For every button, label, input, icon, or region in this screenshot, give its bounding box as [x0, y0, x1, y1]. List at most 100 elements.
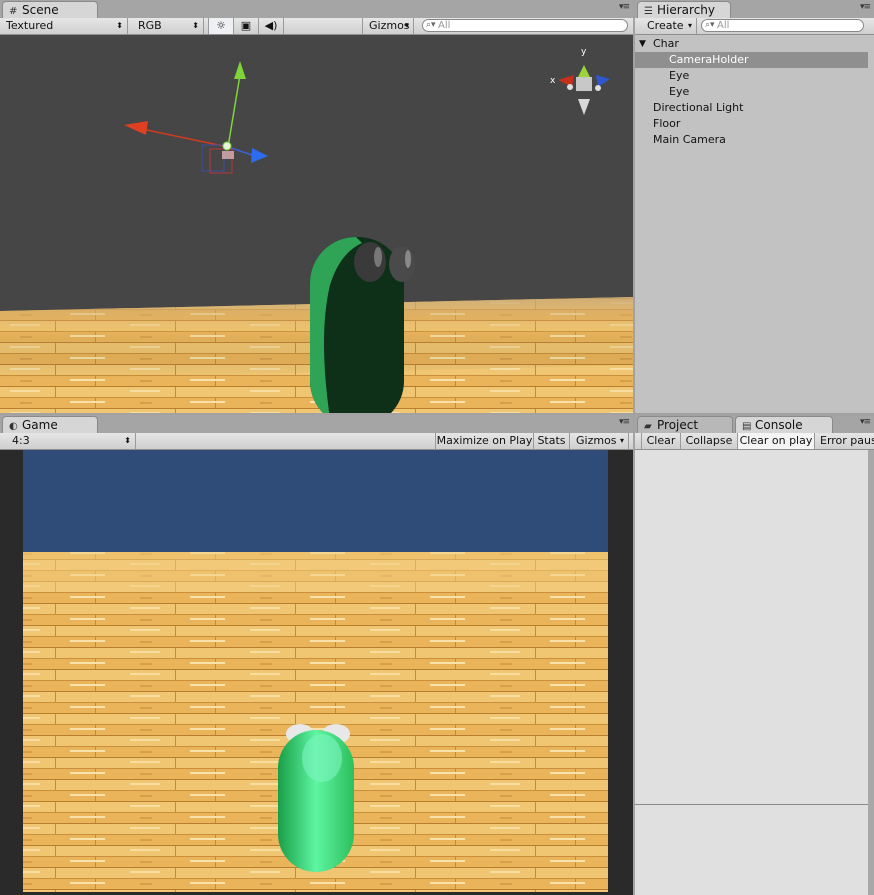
scene-toolbar: Textured ⬍ RGB ⬍ ☼ ▣ ◀) Gizmos ▾ ⌕▾ All [0, 18, 633, 35]
z-axis-arrow[interactable] [251, 148, 268, 163]
hierarchy-item-label: Directional Light [653, 101, 744, 114]
color-mode-value: RGB [138, 19, 162, 32]
hierarchy-item-eye[interactable]: Eye [635, 68, 868, 84]
orientation-gizmo[interactable]: x y [550, 47, 610, 115]
scene-search-input[interactable]: ⌕▾ All [422, 19, 628, 32]
scene-search-placeholder: All [438, 20, 451, 31]
dropdown-arrow-icon: ▾ [687, 21, 692, 30]
tab-scene[interactable]: # Scene [2, 1, 98, 18]
search-icon: ⌕▾ [426, 20, 436, 30]
game-gizmos-label: Gizmos [576, 434, 617, 447]
maximize-on-play-button[interactable]: Maximize on Play [435, 433, 533, 449]
color-mode-dropdown[interactable]: RGB ⬍ [132, 18, 204, 34]
game-character[interactable] [278, 724, 354, 872]
game-tabstrip: ◐ Game ▾≡ [0, 415, 633, 433]
hierarchy-toolbar: Create ▾ ⌕▾ All [635, 18, 874, 35]
aspect-value: 4:3 [12, 434, 30, 447]
dropdown-arrow-icon: ⬍ [192, 21, 199, 30]
clear-button[interactable]: Clear [641, 433, 680, 449]
hierarchy-tabstrip: ☰ Hierarchy ▾≡ [635, 0, 874, 18]
scene-gizmos-label: Gizmos [369, 19, 410, 32]
y-axis-arrow[interactable] [234, 61, 246, 79]
hierarchy-item-floor[interactable]: Floor [635, 116, 868, 132]
dropdown-arrow-icon: ▾ [619, 436, 624, 445]
hierarchy-item-label: CameraHolder [669, 53, 749, 66]
hierarchy-item-main-camera[interactable]: Main Camera [635, 132, 868, 148]
tab-project[interactable]: ▰ Project [637, 416, 733, 433]
dropdown-arrow-icon: ⬍ [116, 21, 123, 30]
scene-eye-right [389, 246, 415, 282]
create-label: Create [647, 19, 684, 32]
search-icon: ⌕▾ [705, 20, 715, 30]
tab-console[interactable]: ▤ Console [735, 416, 833, 433]
clear-label: Clear [646, 434, 676, 447]
game-sky [23, 450, 608, 552]
stats-label: Stats [537, 434, 566, 447]
console-log-area[interactable] [635, 450, 868, 804]
hierarchy-item-label: Main Camera [653, 133, 726, 146]
scene-view-canvas: x y [0, 47, 633, 413]
tab-game[interactable]: ◐ Game [2, 416, 98, 433]
sun-icon: ☼ [216, 19, 226, 32]
scene-lighting-toggle[interactable]: ☼ [208, 18, 233, 34]
hierarchy-item-directional-light[interactable]: Directional Light [635, 100, 868, 116]
panel-menu-icon[interactable]: ▾≡ [860, 2, 871, 12]
hierarchy-item-label: Char [653, 37, 679, 50]
maximize-label: Maximize on Play [436, 434, 533, 447]
collapse-button[interactable]: Collapse [680, 433, 737, 449]
x-axis-arrow[interactable] [124, 121, 148, 135]
expand-triangle-icon[interactable]: ▼ [639, 36, 646, 52]
scene-character[interactable] [309, 237, 415, 413]
game-gizmos-dropdown[interactable]: Gizmos ▾ [569, 433, 629, 449]
hierarchy-item-label: Eye [669, 69, 690, 82]
console-tab-label: Console [755, 418, 803, 432]
scene-audio-toggle[interactable]: ◀) [258, 18, 284, 34]
axis-x-label: x [550, 76, 556, 86]
console-scrollbar-track[interactable] [868, 450, 874, 895]
error-pause-button[interactable]: Error paus [814, 433, 874, 449]
dropdown-arrow-icon: ▾ [404, 21, 409, 30]
hierarchy-panel: ☰ Hierarchy ▾≡ Create ▾ ⌕▾ All ▼ Char Camera… [635, 0, 874, 413]
hierarchy-search-placeholder: All [717, 20, 730, 31]
hierarchy-item-eye[interactable]: Eye [635, 84, 868, 100]
game-viewport[interactable] [0, 450, 633, 895]
render-mode-value: Textured [6, 19, 54, 32]
game-tab-label: Game [22, 418, 58, 432]
panel-menu-icon[interactable]: ▾≡ [619, 2, 630, 12]
scene-image-toggle[interactable]: ▣ [233, 18, 258, 34]
hierarchy-item-label: Eye [669, 85, 690, 98]
project-tab-label: Project [657, 418, 699, 432]
move-gizmo[interactable] [124, 61, 268, 174]
collapse-label: Collapse [685, 434, 733, 447]
speaker-icon: ◀) [264, 19, 278, 32]
tab-hierarchy[interactable]: ☰ Hierarchy [637, 1, 731, 18]
aspect-dropdown[interactable]: 4:3 ⬍ [6, 433, 136, 449]
hierarchy-item-char[interactable]: ▼ Char [635, 36, 868, 52]
console-tabstrip: ▰ Project ▤ Console ▾≡ [635, 415, 874, 433]
render-mode-dropdown[interactable]: Textured ⬍ [0, 18, 128, 34]
clear-on-play-button[interactable]: Clear on play [737, 433, 814, 449]
scene-tab-label: Scene [22, 3, 59, 17]
hierarchy-item-label: Floor [653, 117, 681, 130]
panel-menu-icon[interactable]: ▾≡ [619, 417, 630, 427]
game-view-canvas [23, 450, 608, 892]
dropdown-arrow-icon: ⬍ [124, 436, 131, 445]
game-toolbar: 4:3 ⬍ Maximize on Play Stats Gizmos ▾ [0, 433, 633, 450]
axis-y-label: y [581, 47, 587, 57]
console-panel: ▰ Project ▤ Console ▾≡ Clear Collapse Clea… [635, 415, 874, 895]
hierarchy-item-cameraholder[interactable]: CameraHolder [635, 52, 868, 68]
hierarchy-search-input[interactable]: ⌕▾ All [701, 19, 864, 32]
error-pause-label: Error paus [820, 434, 874, 447]
scene-panel: # Scene ▾≡ Textured ⬍ RGB ⬍ ☼ ▣ ◀) Gizmos ▾ … [0, 0, 633, 413]
scene-gizmos-dropdown[interactable]: Gizmos ▾ [362, 18, 414, 34]
create-dropdown[interactable]: Create ▾ [641, 18, 697, 34]
game-panel: ◐ Game ▾≡ 4:3 ⬍ Maximize on Play Stats Giz… [0, 415, 633, 895]
console-toolbar: Clear Collapse Clear on play Error paus [635, 433, 874, 450]
console-detail-area [635, 805, 868, 887]
scene-viewport[interactable]: x y [0, 35, 633, 413]
image-icon: ▣ [240, 19, 252, 32]
hierarchy-tab-label: Hierarchy [657, 3, 716, 17]
panel-menu-icon[interactable]: ▾≡ [860, 417, 871, 427]
stats-button[interactable]: Stats [533, 433, 569, 449]
scene-tabstrip: # Scene ▾≡ [0, 0, 633, 18]
